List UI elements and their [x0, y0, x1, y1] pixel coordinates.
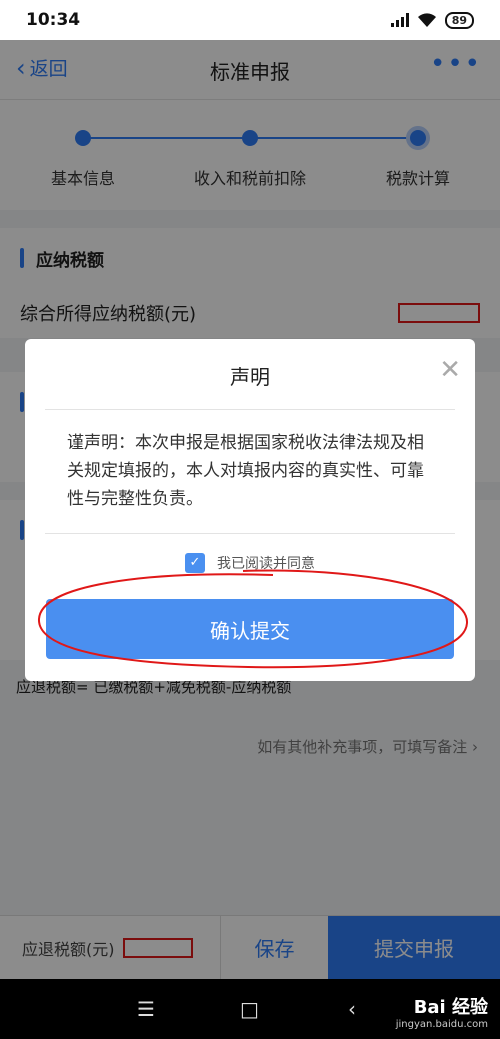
declaration-modal: 声明 ✕ 谨声明：本次申报是根据国家税收法律法规及相关规定填报的，本人对填报内容…	[25, 339, 475, 681]
system-nav-bar: ☰ □ ‹ Bai 经验 jingyan.baidu.com	[0, 979, 500, 1039]
modal-title: 声明	[230, 365, 270, 389]
home-icon[interactable]: □	[240, 997, 259, 1021]
agree-checkbox[interactable]: ✓	[185, 553, 205, 573]
battery-icon: 89	[444, 11, 474, 29]
divider	[45, 533, 455, 534]
status-icons: 89	[390, 11, 474, 29]
divider	[45, 409, 455, 410]
watermark-main: Bai 经验	[413, 997, 488, 1018]
signal-icon	[390, 13, 409, 27]
modal-body: 谨声明：本次申报是根据国家税收法律法规及相关规定填报的，本人对填报内容的真实性、…	[67, 433, 424, 509]
back-nav-icon[interactable]: ‹	[348, 997, 356, 1021]
menu-icon[interactable]: ☰	[137, 997, 155, 1021]
agree-label: 我已阅读并同意	[217, 556, 315, 572]
status-bar: 10:34 89	[0, 0, 500, 40]
close-icon[interactable]: ✕	[439, 355, 461, 385]
agree-row[interactable]: ✓ 我已阅读并同意	[25, 553, 475, 573]
wifi-icon	[417, 13, 436, 27]
confirm-submit-button[interactable]: 确认提交	[46, 599, 454, 659]
status-time: 10:34	[26, 10, 81, 30]
watermark-sub: jingyan.baidu.com	[395, 1019, 488, 1030]
watermark: Bai 经验 jingyan.baidu.com	[396, 993, 488, 1030]
